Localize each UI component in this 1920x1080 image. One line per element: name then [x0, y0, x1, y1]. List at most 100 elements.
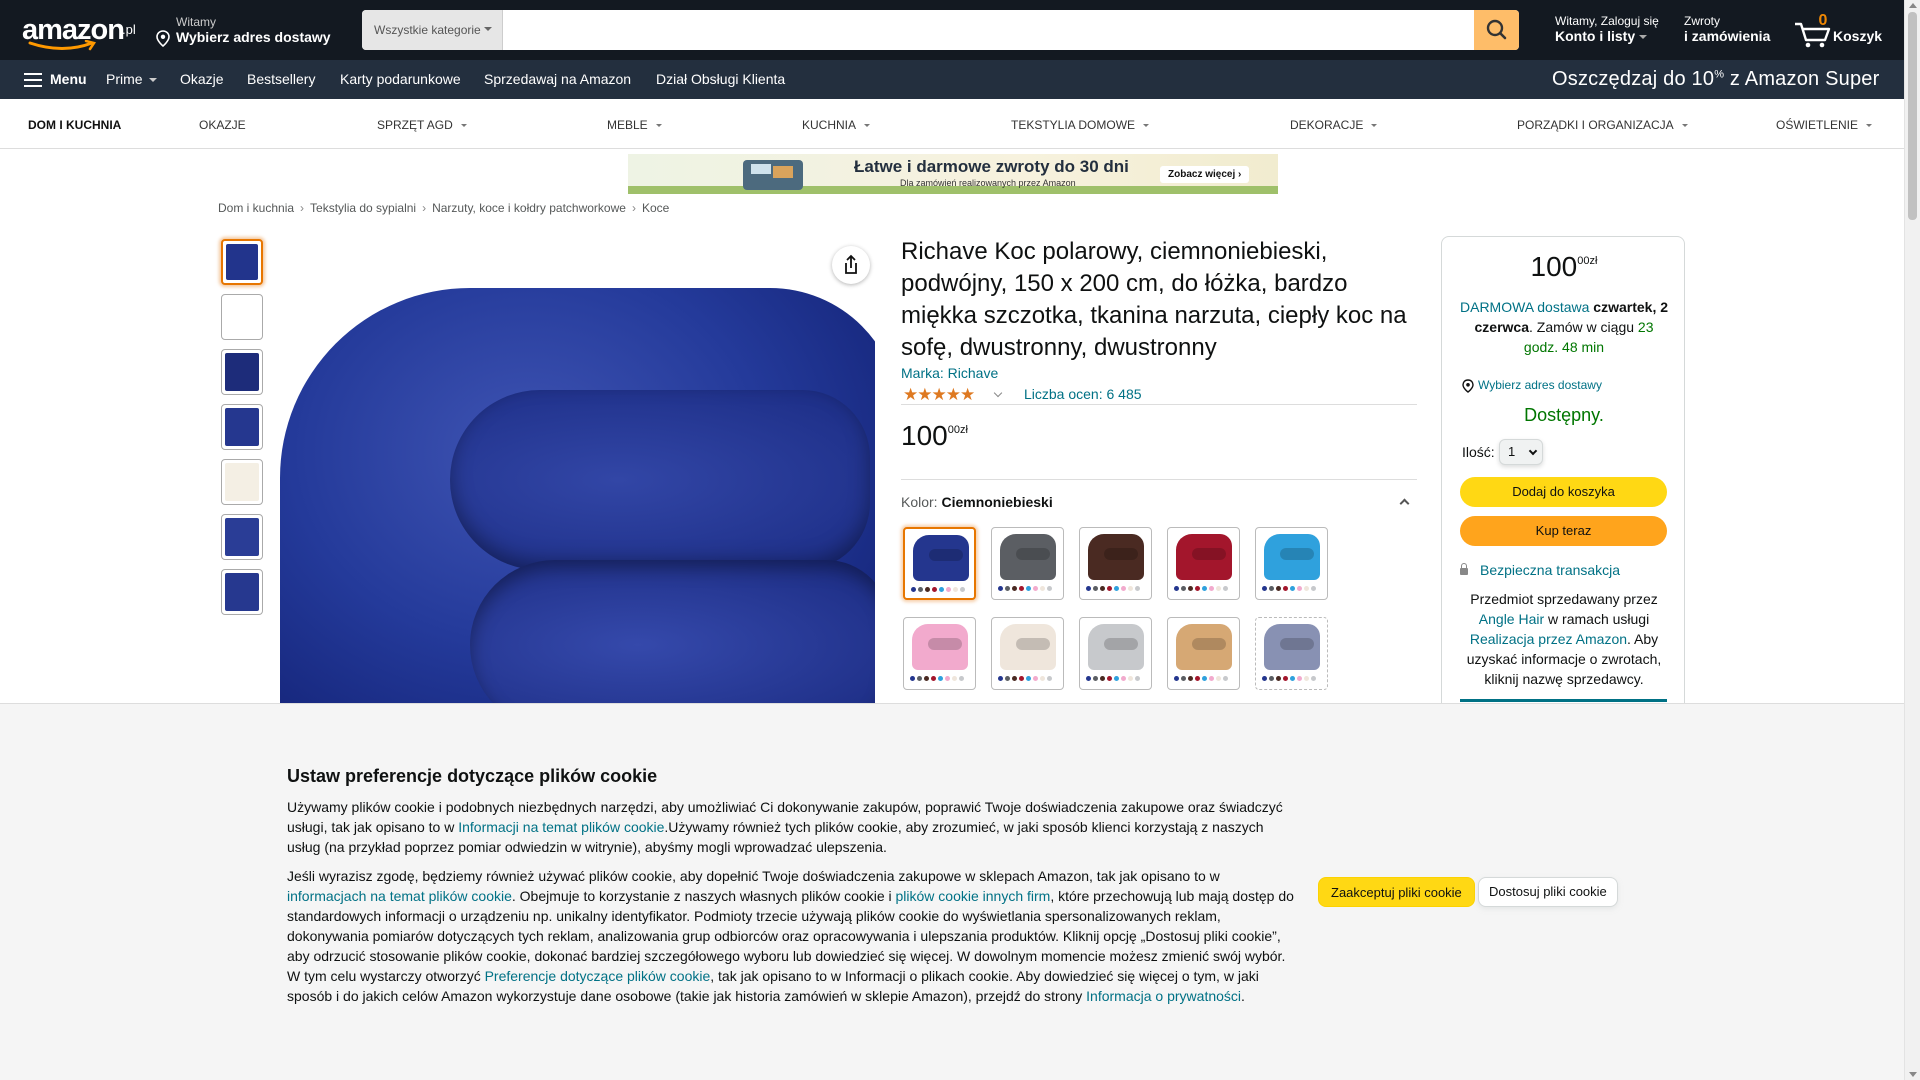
- rating-count-link[interactable]: Liczba ocen: 6 485: [1024, 386, 1142, 402]
- buy-now-button[interactable]: Kup teraz: [1460, 516, 1667, 546]
- customize-cookies-button[interactable]: Dostosuj pliki cookie: [1478, 877, 1618, 907]
- color-dot: [1114, 676, 1119, 681]
- color-dot: [917, 676, 922, 681]
- breadcrumb-item[interactable]: Tekstylia do sypialni: [310, 201, 416, 215]
- third-party-cookies-link[interactable]: plików cookie innych firm: [896, 888, 1051, 904]
- swatch-color-dots: [911, 587, 973, 593]
- cookie-text: Jeśli wyrazisz zgodę, będziemy również u…: [287, 868, 1220, 884]
- chevron-up-icon[interactable]: [1399, 498, 1410, 509]
- menu-button[interactable]: Menu: [50, 71, 87, 87]
- color-swatch-3[interactable]: [1079, 527, 1152, 600]
- page-scrollbar[interactable]: [1904, 0, 1920, 1080]
- amazon-logo[interactable]: amazon .pl: [20, 14, 138, 51]
- color-swatch-5[interactable]: [1255, 527, 1328, 600]
- color-swatch-2[interactable]: [991, 527, 1064, 600]
- returns-orders[interactable]: Zwroty i zamówienia: [1684, 14, 1770, 44]
- swatch-color-dots: [1174, 676, 1236, 682]
- nav-item-gift-cards[interactable]: Karty podarunkowe: [340, 71, 461, 87]
- choose-address-link[interactable]: Wybierz adres dostawy: [1462, 378, 1602, 393]
- cart-button[interactable]: 0 Koszyk: [1793, 12, 1893, 50]
- scrollbar-thumb[interactable]: [1908, 12, 1917, 220]
- deliver-to[interactable]: Witamy Wybierz adres dostawy: [156, 14, 336, 48]
- scroll-up-icon[interactable]: [1909, 3, 1917, 8]
- prime-promo[interactable]: Oszczędzaj do 10% z Amazon Super: [1552, 68, 1879, 91]
- rating-stars[interactable]: ★★★★★: [903, 385, 1003, 405]
- nav-item-sell[interactable]: Sprzedawaj na Amazon: [484, 71, 631, 87]
- thumbnail-7[interactable]: [221, 569, 263, 615]
- main-product-image[interactable]: [270, 240, 875, 705]
- color-swatch-1[interactable]: [903, 527, 976, 600]
- color-dot: [931, 676, 936, 681]
- category-home-kitchen[interactable]: DOM I KUCHNIA: [28, 118, 121, 132]
- color-dot: [1216, 586, 1221, 591]
- color-dot: [1100, 586, 1105, 591]
- promo-text: Oszczędzaj do 10: [1552, 68, 1715, 90]
- nav-item-customer-service[interactable]: Dział Obsługi Klienta: [656, 71, 785, 87]
- search-category-select[interactable]: Wszystkie kategorie: [362, 10, 503, 50]
- category-lighting[interactable]: OŚWIETLENIE: [1776, 118, 1873, 132]
- secure-transaction-label: Bezpieczna transakcja: [1480, 562, 1621, 578]
- color-dot: [1012, 586, 1017, 591]
- thumbnail-3[interactable]: [221, 349, 263, 395]
- category-kitchen[interactable]: KUCHNIA: [802, 118, 871, 132]
- cookie-title: Ustaw preferencje dotyczące plików cooki…: [287, 766, 658, 786]
- nav-item-bestsellers[interactable]: Bestsellery: [247, 71, 315, 87]
- category-appliances[interactable]: SPRZĘT AGD: [377, 118, 467, 132]
- cookie-info-link[interactable]: informacjach na temat plików cookie: [287, 888, 512, 904]
- thumbnail-2[interactable]: [221, 294, 263, 340]
- color-dot: [1311, 676, 1316, 681]
- scroll-down-icon[interactable]: [1909, 1072, 1917, 1077]
- hamburger-icon[interactable]: [24, 73, 42, 87]
- breadcrumb-item[interactable]: Koce: [642, 201, 669, 215]
- thumbnail-6[interactable]: [221, 514, 263, 560]
- category-home-textiles[interactable]: TEKSTYLIA DOMOWE: [1011, 118, 1150, 132]
- color-swatch-9[interactable]: [1167, 617, 1240, 690]
- main-nav: Menu Prime Okazje Bestsellery Karty poda…: [0, 60, 1904, 99]
- category-storage[interactable]: PORZĄDKI I ORGANIZACJA: [1517, 118, 1688, 132]
- share-button[interactable]: [832, 246, 870, 284]
- cookie-info-link[interactable]: Informacji na temat plików cookie: [458, 819, 664, 835]
- color-swatch-4[interactable]: [1167, 527, 1240, 600]
- color-dot: [1269, 586, 1274, 591]
- color-swatch-10[interactable]: [1255, 617, 1328, 690]
- returns-label: Zwroty: [1684, 14, 1720, 28]
- returns-banner[interactable]: Łatwe i darmowe zwroty do 30 dni Dla zam…: [628, 154, 1278, 194]
- fba-link[interactable]: Realizacja przez Amazon: [1470, 631, 1627, 647]
- brand-link[interactable]: Marka: Richave: [901, 365, 998, 381]
- privacy-notice-link[interactable]: Informacja o prywatności: [1086, 988, 1241, 1004]
- swatch-color-dots: [910, 676, 972, 682]
- seller-link[interactable]: Angle Hair: [1479, 611, 1544, 627]
- free-delivery-link[interactable]: DARMOWA dostawa: [1460, 299, 1589, 315]
- search-button[interactable]: [1474, 10, 1519, 50]
- category-decor[interactable]: DEKORACJE: [1290, 118, 1378, 132]
- thumbnail-4[interactable]: [221, 404, 263, 450]
- accept-cookies-button[interactable]: Zaakceptuj pliki cookie: [1318, 877, 1475, 907]
- delivery-order-text: . Zamów w ciągu: [1528, 319, 1635, 335]
- color-swatch-8[interactable]: [1079, 617, 1152, 690]
- thumbnail-image: [225, 298, 259, 336]
- category-lighting-label: OŚWIETLENIE: [1776, 118, 1859, 132]
- color-dot: [1297, 586, 1302, 591]
- nav-item-prime[interactable]: Prime: [106, 71, 157, 87]
- lock-icon: [1460, 563, 1468, 575]
- thumbnail-5[interactable]: [221, 459, 263, 505]
- secure-transaction-link[interactable]: Bezpieczna transakcja: [1460, 562, 1620, 578]
- account-lists[interactable]: Witamy, Zaloguj się Konto i listy: [1555, 14, 1659, 44]
- color-swatch-7[interactable]: [991, 617, 1064, 690]
- color-swatch-6[interactable]: [903, 617, 976, 690]
- swatch-image: [1264, 624, 1320, 670]
- add-to-cart-button[interactable]: Dodaj do koszyka: [1460, 477, 1667, 507]
- thumbnail-1[interactable]: [221, 239, 263, 285]
- color-dot: [1269, 676, 1274, 681]
- search-input[interactable]: [503, 10, 1465, 50]
- category-deals[interactable]: OKAZJE: [199, 118, 246, 132]
- nav-item-deals[interactable]: Okazje: [180, 71, 224, 87]
- category-furniture[interactable]: MEBLE: [607, 118, 662, 132]
- deliver-address: Wybierz adres dostawy: [176, 29, 331, 45]
- color-dot: [1012, 676, 1017, 681]
- cookie-preferences-link[interactable]: Preferencje dotyczące plików cookie: [485, 968, 711, 984]
- quantity-select[interactable]: 1: [1499, 439, 1543, 465]
- color-dot: [1262, 676, 1267, 681]
- breadcrumb-item[interactable]: Narzuty, koce i kołdry patchworkowe: [432, 201, 626, 215]
- breadcrumb-item[interactable]: Dom i kuchnia: [218, 201, 294, 215]
